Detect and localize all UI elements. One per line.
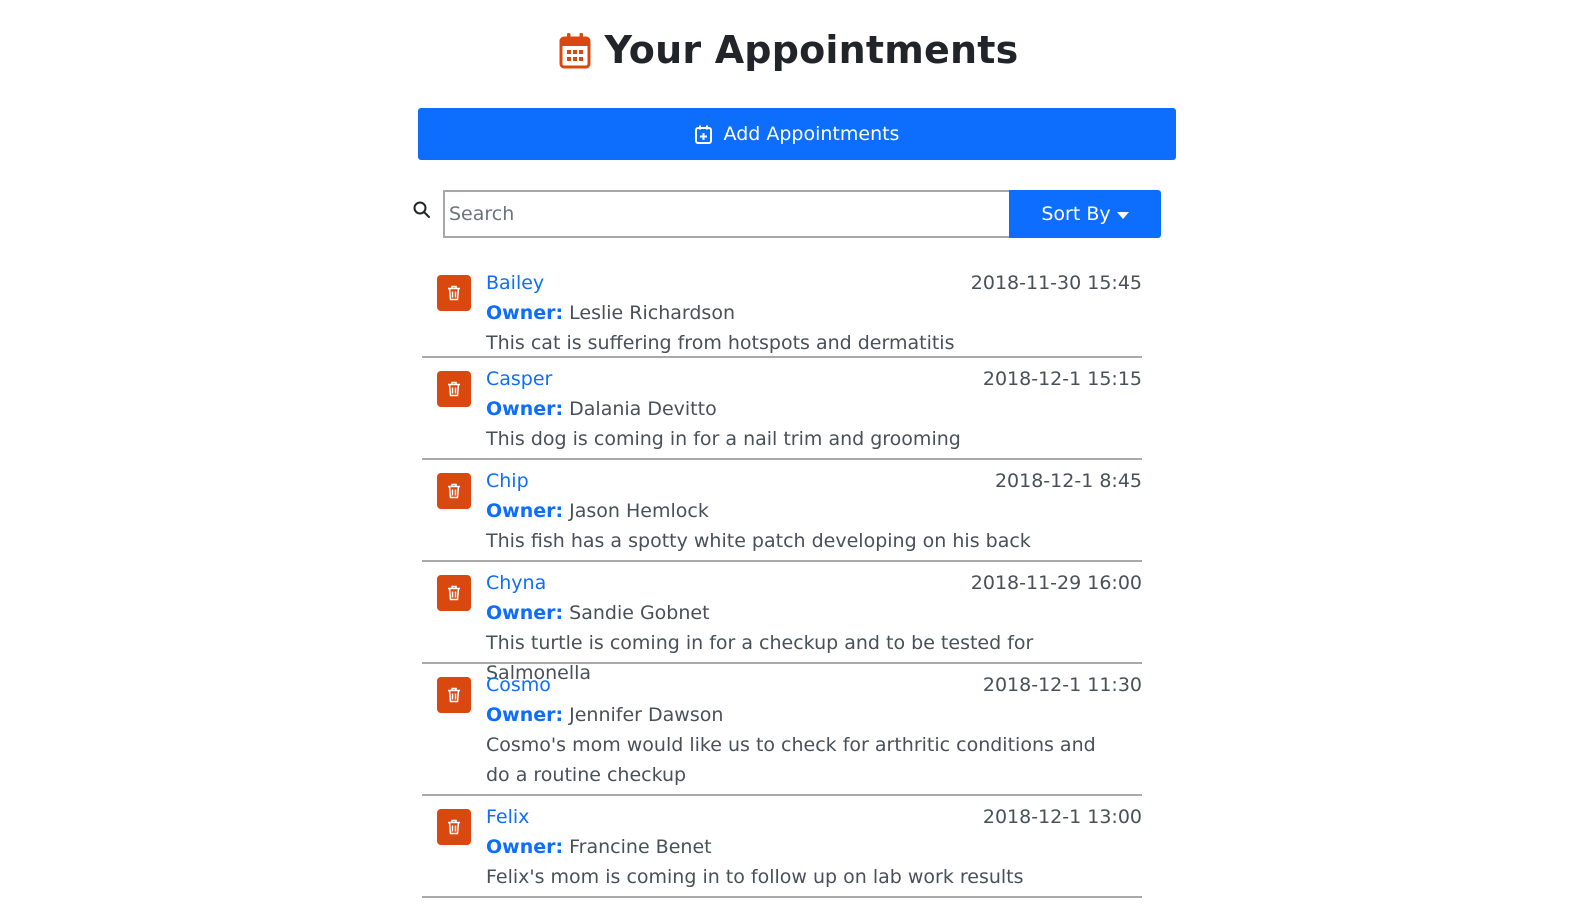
owner-name: Dalania Devitto (569, 398, 717, 420)
appointment-item: 2018-11-30 15:45 Bailey Owner: Leslie Ri… (422, 262, 1142, 358)
owner-row: Owner: Francine Benet (486, 832, 1142, 862)
search-input[interactable]: Search (443, 190, 1009, 238)
delete-appointment-button[interactable] (437, 575, 471, 611)
trash-icon (448, 687, 460, 703)
appointment-notes: Cosmo's mom would like us to check for a… (486, 734, 1096, 786)
owner-row: Owner: Jennifer Dawson (486, 700, 1102, 730)
appointment-date: 2018-12-1 13:00 (982, 806, 1142, 828)
owner-label: Owner: (486, 500, 564, 522)
sort-by-label: Sort By (1041, 203, 1111, 225)
appointment-notes: This fish has a spotty white patch devel… (486, 530, 1031, 552)
delete-appointment-button[interactable] (437, 473, 471, 509)
owner-name: Jason Hemlock (569, 500, 709, 522)
appointment-item: 2018-12-1 11:30 Cosmo Owner: Jennifer Da… (422, 664, 1142, 796)
owner-label: Owner: (486, 836, 564, 858)
calendar-icon (559, 33, 591, 69)
owner-label: Owner: (486, 302, 564, 324)
owner-row: Owner: Jason Hemlock (486, 496, 1142, 526)
delete-appointment-button[interactable] (437, 809, 471, 845)
page-title: Your Appointments (604, 28, 1019, 72)
calendar-plus-icon (694, 125, 712, 144)
owner-name: Sandie Gobnet (569, 602, 710, 624)
appointment-date: 2018-12-1 11:30 (982, 674, 1142, 696)
appointment-date: 2018-11-30 15:45 (970, 272, 1142, 294)
add-appointments-button[interactable]: Add Appointments (418, 108, 1176, 160)
appointment-notes: This dog is coming in for a nail trim an… (486, 428, 961, 450)
appointment-item: 2018-12-1 13:00 Felix Owner: Francine Be… (422, 796, 1142, 898)
delete-appointment-button[interactable] (437, 677, 471, 713)
appointment-item: 2018-12-1 8:45 Chip Owner: Jason Hemlock… (422, 460, 1142, 562)
owner-row: Owner: Sandie Gobnet (486, 598, 1142, 628)
search-icon (413, 201, 430, 218)
add-appointments-label: Add Appointments (723, 123, 900, 145)
trash-icon (448, 381, 460, 397)
caret-down-icon (1116, 212, 1129, 219)
trash-icon (448, 585, 460, 601)
appointment-date: 2018-11-29 16:00 (970, 572, 1142, 594)
trash-icon (448, 285, 460, 301)
page-header: Your Appointments (0, 28, 1577, 72)
owner-label: Owner: (486, 704, 564, 726)
owner-label: Owner: (486, 398, 564, 420)
owner-name: Francine Benet (569, 836, 712, 858)
delete-appointment-button[interactable] (437, 275, 471, 311)
owner-row: Owner: Dalania Devitto (486, 394, 1142, 424)
appointment-item: 2018-12-1 15:15 Casper Owner: Dalania De… (422, 358, 1142, 460)
trash-icon (448, 819, 460, 835)
owner-name: Leslie Richardson (569, 302, 735, 324)
delete-appointment-button[interactable] (437, 371, 471, 407)
appointment-notes: Felix's mom is coming in to follow up on… (486, 866, 1024, 888)
sort-by-button[interactable]: Sort By (1009, 190, 1161, 238)
trash-icon (448, 483, 460, 499)
appointments-page: Your Appointments Add Appointments Searc… (0, 0, 1577, 911)
appointment-list: 2018-11-30 15:45 Bailey Owner: Leslie Ri… (422, 262, 1142, 898)
appointment-notes: This cat is suffering from hotspots and … (486, 332, 955, 354)
appointment-date: 2018-12-1 15:15 (982, 368, 1142, 390)
owner-name: Jennifer Dawson (569, 704, 724, 726)
search-placeholder: Search (449, 203, 515, 225)
appointment-item: 2018-11-29 16:00 Chyna Owner: Sandie Gob… (422, 562, 1142, 684)
appointment-date: 2018-12-1 8:45 (994, 470, 1142, 492)
owner-row: Owner: Leslie Richardson (486, 298, 1142, 328)
owner-label: Owner: (486, 602, 564, 624)
